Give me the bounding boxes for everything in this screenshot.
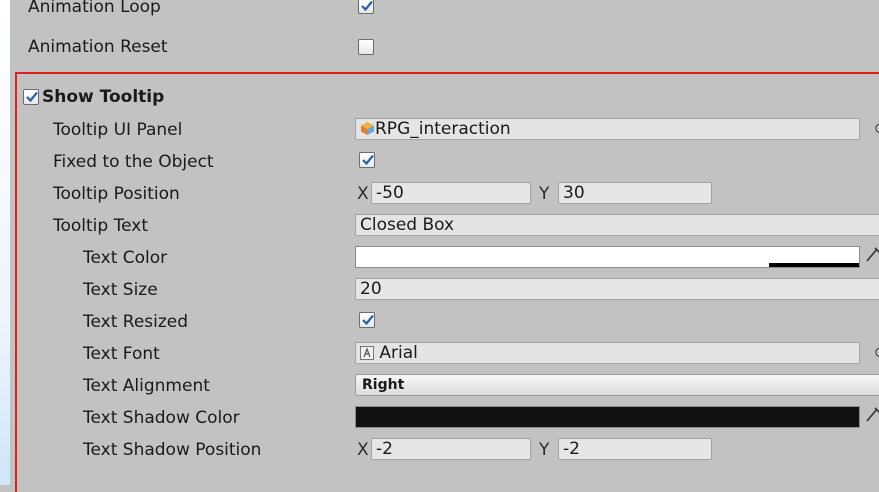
text-shadow-color-label: Text Shadow Color bbox=[83, 408, 240, 428]
tooltip-text-label: Tooltip Text bbox=[53, 216, 148, 236]
tooltip-position-y-axis: Y bbox=[539, 184, 550, 204]
prefab-cube-icon bbox=[361, 122, 374, 135]
row-text-size: Text Size 20 bbox=[17, 274, 879, 306]
tooltip-ui-panel-field[interactable]: RPG_interaction bbox=[355, 118, 860, 140]
fixed-to-object-checkbox[interactable] bbox=[359, 152, 375, 168]
text-font-value: Arial bbox=[379, 343, 418, 363]
animation-loop-checkbox[interactable] bbox=[358, 0, 374, 14]
row-animation-loop: Animation Loop bbox=[10, 0, 879, 23]
tooltip-text-input[interactable]: Closed Box bbox=[355, 214, 879, 236]
text-size-label: Text Size bbox=[83, 280, 158, 300]
text-font-field[interactable]: Arial bbox=[355, 342, 860, 364]
animation-reset-checkbox[interactable] bbox=[358, 39, 374, 55]
check-mark-icon bbox=[362, 314, 374, 326]
text-shadow-position-x-input[interactable]: -2 bbox=[371, 438, 531, 460]
text-font-label: Text Font bbox=[83, 344, 160, 364]
row-text-resized: Text Resized bbox=[17, 306, 879, 338]
tooltip-position-x-input[interactable]: -50 bbox=[371, 182, 531, 204]
row-text-alignment: Text Alignment Right bbox=[17, 370, 879, 402]
row-text-color: Text Color bbox=[17, 242, 879, 274]
alpha-bar bbox=[769, 263, 859, 267]
show-tooltip-checkbox[interactable] bbox=[23, 89, 39, 105]
text-shadow-color-swatch[interactable] bbox=[355, 406, 860, 428]
text-resized-label: Text Resized bbox=[83, 312, 189, 332]
text-size-input[interactable]: 20 bbox=[355, 278, 879, 300]
row-animation-reset: Animation Reset bbox=[10, 31, 879, 63]
row-text-shadow-position: Text Shadow Position X -2 Y -2 bbox=[17, 434, 879, 466]
text-shadow-position-y-axis: Y bbox=[539, 440, 550, 460]
object-picker-icon[interactable]: ⊙ bbox=[874, 343, 879, 361]
tooltip-position-label: Tooltip Position bbox=[53, 184, 180, 204]
text-alignment-label: Text Alignment bbox=[83, 376, 210, 396]
row-tooltip-ui-panel: Tooltip UI Panel RPG_interaction ⊙ bbox=[17, 114, 879, 146]
text-shadow-position-x-axis: X bbox=[357, 440, 369, 460]
window-edge bbox=[0, 0, 10, 485]
fixed-to-object-label: Fixed to the Object bbox=[53, 152, 214, 172]
text-resized-checkbox[interactable] bbox=[359, 312, 375, 328]
tooltip-settings-group: Show Tooltip Tooltip UI Panel RPG_intera… bbox=[15, 72, 879, 492]
row-text-font: Text Font Arial ⊙ bbox=[17, 338, 879, 370]
text-alignment-dropdown[interactable]: Right bbox=[355, 374, 879, 396]
show-tooltip-label: Show Tooltip bbox=[42, 87, 165, 107]
font-asset-icon bbox=[360, 346, 374, 360]
row-tooltip-text: Tooltip Text Closed Box bbox=[17, 210, 879, 242]
check-mark-icon bbox=[361, 0, 373, 12]
animation-reset-label: Animation Reset bbox=[28, 37, 168, 57]
tooltip-position-x-axis: X bbox=[357, 184, 369, 204]
inspector-panel: Animation Loop Animation Reset Show Tool… bbox=[10, 0, 879, 492]
eyedropper-icon[interactable] bbox=[865, 245, 879, 267]
animation-loop-label: Animation Loop bbox=[28, 0, 161, 17]
text-color-swatch[interactable] bbox=[355, 246, 860, 268]
row-text-shadow-color: Text Shadow Color bbox=[17, 402, 879, 434]
tooltip-position-y-input[interactable]: 30 bbox=[558, 182, 712, 204]
tooltip-ui-panel-value: RPG_interaction bbox=[375, 119, 511, 139]
eyedropper-icon[interactable] bbox=[865, 405, 879, 427]
object-picker-icon[interactable]: ⊙ bbox=[874, 119, 879, 137]
check-mark-icon bbox=[26, 91, 38, 103]
row-fixed-to-object: Fixed to the Object bbox=[17, 146, 879, 178]
text-shadow-position-y-input[interactable]: -2 bbox=[558, 438, 712, 460]
text-shadow-position-label: Text Shadow Position bbox=[83, 440, 262, 460]
tooltip-ui-panel-label: Tooltip UI Panel bbox=[53, 120, 183, 140]
row-tooltip-position: Tooltip Position X -50 Y 30 bbox=[17, 178, 879, 210]
check-mark-icon bbox=[362, 154, 374, 166]
row-show-tooltip: Show Tooltip bbox=[17, 82, 879, 114]
text-color-label: Text Color bbox=[83, 248, 168, 268]
